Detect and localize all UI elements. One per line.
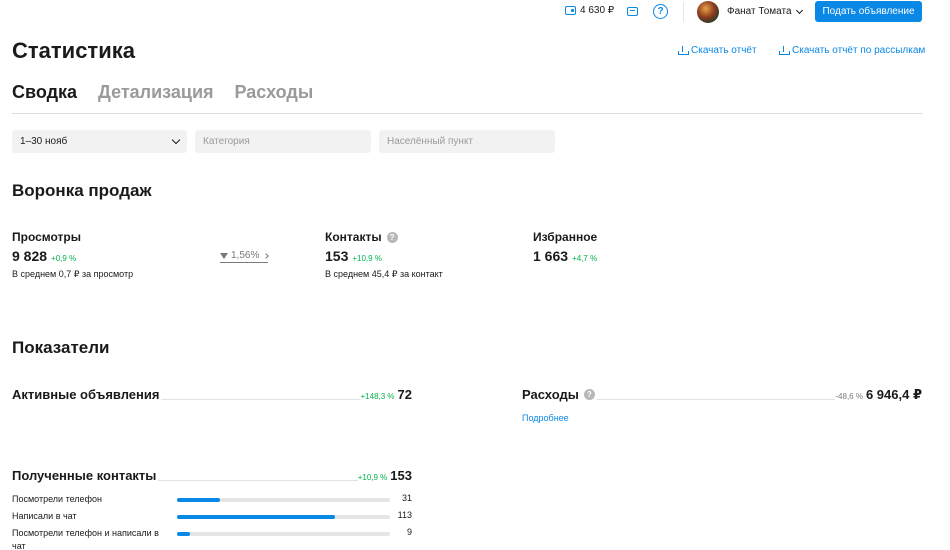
divider	[683, 2, 684, 22]
views-label: Просмотры	[12, 230, 81, 244]
chevron-down-icon	[795, 6, 803, 14]
bar-track	[177, 515, 390, 519]
chevron-down-icon	[171, 135, 181, 144]
contacts-number: 153	[325, 248, 349, 264]
received-contacts-value: 153	[390, 468, 412, 483]
period-value: 1–30 нояб	[20, 136, 68, 147]
bar-track	[177, 498, 390, 502]
indicators-title: Показатели	[12, 338, 110, 357]
category-placeholder: Категория	[203, 136, 250, 147]
info-icon[interactable]: ?	[583, 389, 595, 400]
download-mailing-report-label: Скачать отчёт по рассылкам	[792, 45, 926, 56]
views-label-text: Просмотры	[12, 230, 82, 244]
download-icon	[779, 46, 790, 55]
bar-count: 113	[397, 510, 412, 520]
views-delta: +0,9 %	[51, 254, 77, 263]
tab-summary[interactable]: Сводка	[12, 82, 77, 103]
help-icon[interactable]: ?	[653, 4, 668, 19]
expenses-metric: -48,6 % 6 946,4 ₽	[835, 387, 922, 403]
bar-track	[177, 532, 390, 536]
contacts-average: В среднем 45,4 ₽ за контакт	[325, 269, 443, 279]
info-icon[interactable]: ?	[386, 231, 398, 243]
download-icon	[678, 46, 689, 55]
download-report-label: Скачать отчёт	[691, 45, 757, 56]
contacts-value: 153 +10,9 %	[325, 248, 382, 264]
bar-label: Посмотрели телефон и написали в чат	[12, 528, 159, 550]
tabs: Сводка Детализация Расходы	[12, 82, 313, 103]
bar-row-phone: Посмотрели телефон 31	[12, 493, 412, 507]
active-ads-row: Активные объявления +148,3 % 72	[12, 387, 412, 405]
favorites-value: 1 663 +4,7 %	[533, 248, 597, 264]
user-menu[interactable]: Фанат Томата	[727, 6, 803, 17]
expenses-row: Расходы ? -48,6 % 6 946,4 ₽	[522, 387, 922, 405]
bar-fill	[177, 532, 190, 536]
balance-amount: 4 630 ₽	[580, 5, 615, 16]
views-value: 9 828 +0,9 %	[12, 248, 76, 264]
contacts-label-text: Контакты	[325, 230, 382, 244]
contacts-label: Контакты ?	[325, 230, 398, 244]
user-name: Фанат Томата	[727, 6, 792, 17]
active-ads-value: 72	[397, 387, 412, 402]
received-contacts-label: Полученные контакты	[12, 468, 159, 483]
avatar[interactable]	[697, 1, 719, 23]
conversion-value: 1,56%	[231, 250, 260, 261]
location-select[interactable]: Населённый пункт	[379, 130, 555, 153]
post-ad-button[interactable]: Подать объявление	[815, 1, 922, 22]
expenses-value: 6 946,4 ₽	[865, 387, 922, 402]
bar-fill	[177, 515, 335, 519]
location-placeholder: Населённый пункт	[387, 136, 474, 147]
conversion-rate[interactable]: 1,56%	[220, 250, 270, 263]
expenses-label-text: Расходы	[522, 387, 579, 402]
funnel-title: Воронка продаж	[12, 181, 152, 200]
wallet-icon	[565, 6, 576, 15]
expenses-label: Расходы ?	[522, 387, 597, 402]
views-number: 9 828	[12, 248, 48, 264]
tabs-divider	[12, 113, 922, 114]
views-average: В среднем 0,7 ₽ за просмотр	[12, 269, 134, 279]
bar-row-phone-and-chat: Посмотрели телефон и написали в чат 9	[12, 527, 412, 550]
bar-count: 9	[406, 527, 412, 537]
chevron-right-icon	[263, 252, 270, 259]
download-mailing-report-link[interactable]: Скачать отчёт по рассылкам	[779, 45, 925, 56]
bar-fill	[177, 498, 220, 502]
active-ads-delta: +148,3 %	[360, 392, 395, 401]
active-ads-label: Активные объявления	[12, 387, 162, 402]
messages-icon[interactable]	[627, 7, 638, 16]
active-ads-metric: +148,3 % 72	[360, 387, 412, 402]
period-select[interactable]: 1–30 нояб	[12, 130, 187, 153]
received-contacts-row: Полученные контакты +10,9 % 153	[12, 468, 412, 486]
top-bar: 4 630 ₽ ? Фанат Томата Подать объявление	[0, 0, 950, 24]
favorites-label-text: Избранное	[533, 230, 598, 244]
category-select[interactable]: Категория	[195, 130, 371, 153]
tab-expenses[interactable]: Расходы	[235, 82, 314, 103]
contacts-delta: +10,9 %	[352, 254, 382, 263]
received-contacts-delta: +10,9 %	[357, 473, 388, 482]
expenses-more-link[interactable]: Подробнее	[522, 413, 569, 423]
funnel-icon	[220, 252, 228, 259]
received-contacts-metric: +10,9 % 153	[357, 468, 412, 483]
bar-count: 31	[401, 493, 412, 503]
tab-details[interactable]: Детализация	[98, 82, 214, 103]
bar-row-chat: Написали в чат 113	[12, 510, 412, 524]
page-title: Статистика	[12, 38, 135, 63]
bar-label: Написали в чат	[12, 511, 77, 521]
bar-label: Посмотрели телефон	[12, 494, 102, 504]
download-report-link[interactable]: Скачать отчёт	[678, 45, 757, 56]
expenses-delta: -48,6 %	[835, 392, 863, 401]
favorites-label: Избранное	[533, 230, 597, 244]
favorites-delta: +4,7 %	[572, 254, 598, 263]
favorites-number: 1 663	[533, 248, 569, 264]
wallet-balance[interactable]: 4 630 ₽	[565, 5, 614, 16]
